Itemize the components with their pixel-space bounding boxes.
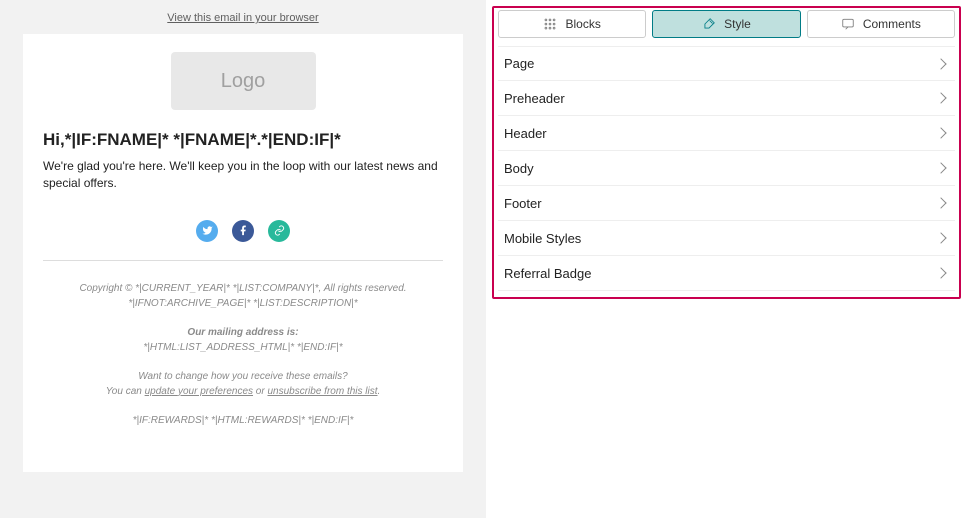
style-row-label: Mobile Styles [504, 231, 581, 246]
chevron-right-icon [935, 58, 946, 69]
comment-icon [841, 17, 855, 31]
email-preview-pane: View this email in your browser Logo Hi,… [0, 0, 486, 518]
chevron-right-icon [935, 267, 946, 278]
style-row-label: Page [504, 56, 534, 71]
pref-pre: You can [106, 386, 145, 397]
chevron-right-icon [935, 92, 946, 103]
footer-divider [43, 260, 443, 261]
chevron-right-icon [935, 162, 946, 173]
style-row-preheader[interactable]: Preheader [498, 81, 955, 116]
chevron-right-icon [935, 232, 946, 243]
preferences-question: Want to change how you receive these ema… [43, 369, 443, 384]
view-in-browser-link[interactable]: View this email in your browser [6, 6, 480, 34]
copyright-line: Copyright © *|CURRENT_YEAR|* *|LIST:COMP… [43, 281, 443, 296]
rewards-tag: *|IF:REWARDS|* *|HTML:REWARDS|* *|END:IF… [43, 413, 443, 428]
pref-post: . [378, 386, 381, 397]
mailing-address-value: *|HTML:LIST_ADDRESS_HTML|* *|END:IF|* [43, 340, 443, 355]
chevron-right-icon [935, 127, 946, 138]
tab-comments[interactable]: Comments [807, 10, 955, 38]
style-row-label: Header [504, 126, 547, 141]
style-row-referral-badge[interactable]: Referral Badge [498, 256, 955, 291]
style-row-page[interactable]: Page [498, 46, 955, 81]
tab-comments-label: Comments [863, 17, 921, 31]
body-text[interactable]: We're glad you're here. We'll keep you i… [43, 158, 443, 192]
side-panel-wrap: Blocks Style Comments Page Preheader Hea… [486, 0, 969, 518]
greeting-heading[interactable]: Hi,*|IF:FNAME|* *|FNAME|*.*|END:IF|* [43, 130, 443, 150]
link-icon[interactable] [268, 220, 290, 242]
style-row-mobile-styles[interactable]: Mobile Styles [498, 221, 955, 256]
preferences-line: You can update your preferences or unsub… [43, 384, 443, 399]
tab-blocks-label: Blocks [565, 17, 600, 31]
chevron-right-icon [935, 197, 946, 208]
brush-icon [702, 17, 716, 31]
facebook-icon[interactable] [232, 220, 254, 242]
style-row-label: Body [504, 161, 534, 176]
unsubscribe-link[interactable]: unsubscribe from this list [267, 386, 377, 397]
footer-text: Copyright © *|CURRENT_YEAR|* *|LIST:COMP… [43, 281, 443, 428]
tab-style[interactable]: Style [652, 10, 800, 38]
style-row-footer[interactable]: Footer [498, 186, 955, 221]
mailing-address-heading: Our mailing address is: [43, 325, 443, 340]
style-row-body[interactable]: Body [498, 151, 955, 186]
tab-style-label: Style [724, 17, 751, 31]
logo-placeholder[interactable]: Logo [171, 52, 316, 110]
tab-blocks[interactable]: Blocks [498, 10, 646, 38]
update-preferences-link[interactable]: update your preferences [145, 386, 253, 397]
copyright-line-2: *|IFNOT:ARCHIVE_PAGE|* *|LIST:DESCRIPTIO… [43, 296, 443, 311]
style-row-label: Footer [504, 196, 542, 211]
style-row-label: Preheader [504, 91, 565, 106]
style-row-label: Referral Badge [504, 266, 591, 281]
twitter-icon[interactable] [196, 220, 218, 242]
social-row [43, 220, 443, 242]
email-card: Logo Hi,*|IF:FNAME|* *|FNAME|*.*|END:IF|… [23, 34, 463, 472]
pref-mid: or [253, 386, 267, 397]
style-row-header[interactable]: Header [498, 116, 955, 151]
grid-icon [543, 17, 557, 31]
style-section-list: Page Preheader Header Body Footer Mobile… [498, 46, 955, 291]
panel-tabs: Blocks Style Comments [498, 10, 955, 38]
side-panel: Blocks Style Comments Page Preheader Hea… [492, 6, 961, 299]
